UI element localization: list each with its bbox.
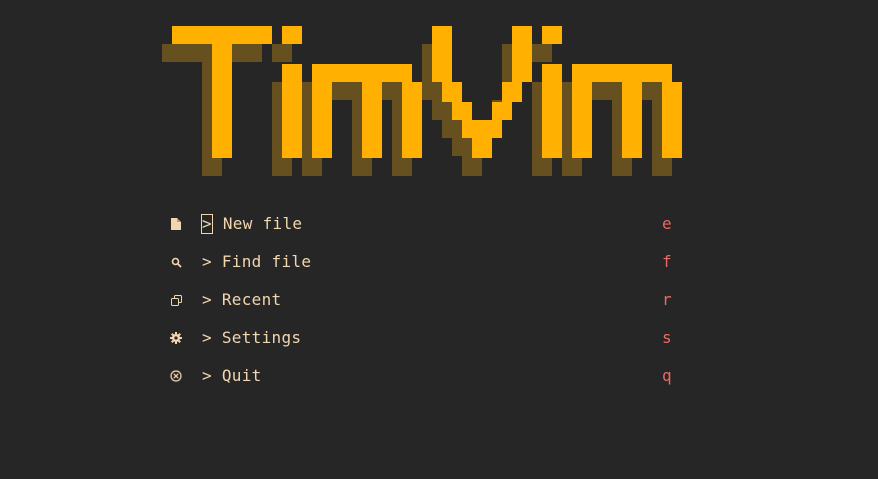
menu-label-text: Quit	[221, 366, 262, 385]
cursor-arrow: >	[201, 214, 213, 234]
logo-block	[472, 138, 492, 158]
menu-item-quit[interactable]: > Quit q	[160, 357, 700, 395]
menu-item-label: > Recent	[202, 290, 281, 310]
menu-item-shortcut: s	[662, 328, 672, 347]
ascii-logo: TimVim	[0, 0, 878, 190]
menu-item-shortcut: r	[662, 290, 672, 309]
logo-block	[282, 64, 302, 158]
logo-block	[572, 64, 672, 82]
menu-item-find-file[interactable]: > Find file f	[160, 243, 700, 281]
menu-item-label: > New file	[201, 214, 303, 234]
copy-icon	[168, 291, 184, 309]
menu-item-shortcut: q	[662, 366, 672, 385]
logo-block	[662, 82, 682, 158]
logo-block	[312, 64, 412, 82]
menu-item-shortcut: e	[662, 214, 672, 233]
menu-label-text: Find file	[221, 252, 312, 271]
logo-block	[442, 82, 462, 102]
logo-block	[492, 102, 512, 120]
file-icon	[168, 215, 184, 233]
logo-block	[172, 26, 272, 44]
menu-item-label: > Quit	[202, 366, 262, 386]
menu-label-text: New file	[222, 214, 303, 233]
menu-label-text: Recent	[221, 290, 282, 309]
menu-item-new-file[interactable]: > New file e	[160, 205, 700, 243]
logo-shadow-block	[532, 44, 552, 62]
gear-icon	[168, 329, 184, 347]
logo-block	[542, 26, 562, 44]
logo-block	[362, 82, 382, 158]
menu-item-shortcut: f	[662, 252, 672, 271]
menu-item-settings[interactable]: > Settings s	[160, 319, 700, 357]
logo-block	[542, 64, 562, 158]
logo-art: TimVim	[162, 26, 682, 176]
logo-block	[572, 82, 592, 158]
menu-item-label: > Find file	[202, 252, 311, 272]
logo-block	[512, 26, 532, 82]
logo-block	[622, 82, 642, 158]
logo-block	[312, 82, 332, 158]
search-icon	[168, 253, 184, 271]
menu-arrow: >	[202, 252, 212, 271]
logo-block	[212, 44, 232, 158]
logo-block	[462, 120, 502, 138]
logo-block	[502, 82, 522, 102]
logo-shadow-block	[442, 120, 462, 138]
menu-arrow: >	[202, 290, 212, 309]
logo-shadow-block	[272, 44, 292, 62]
menu-arrow: >	[202, 328, 212, 347]
menu-arrow: >	[202, 366, 212, 385]
logo-shadow-block	[432, 100, 452, 120]
logo-block	[282, 26, 302, 44]
menu-item-label: > Settings	[202, 328, 301, 348]
logo-block	[402, 82, 422, 158]
menu-label-text: Settings	[221, 328, 302, 347]
logo-block	[432, 26, 452, 82]
close-circle-icon	[168, 367, 184, 385]
logo-block	[452, 102, 472, 120]
menu-item-recent[interactable]: > Recent r	[160, 281, 700, 319]
logo-shadow-block	[462, 156, 482, 176]
